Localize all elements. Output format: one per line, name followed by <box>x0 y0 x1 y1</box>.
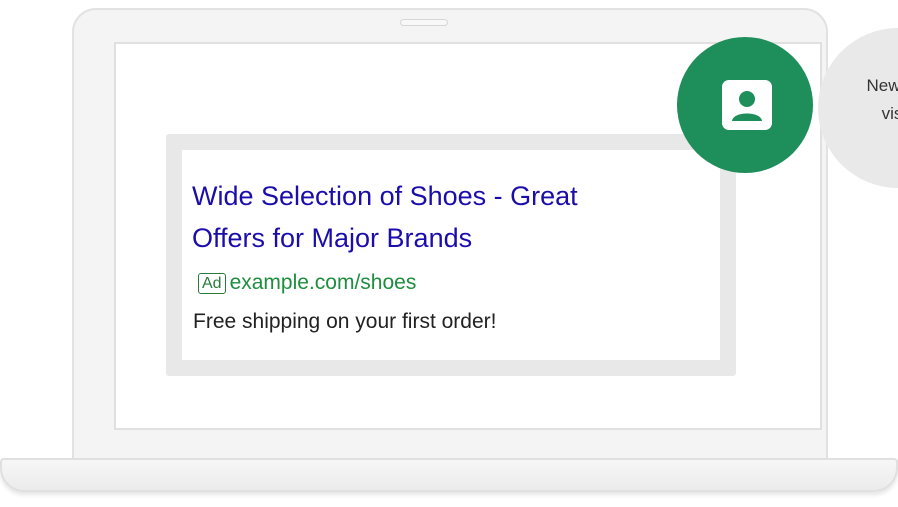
ad-description: Free shipping on your first order! <box>193 310 497 333</box>
ad-headline-link[interactable]: Wide Selection of Shoes - Great Offers fo… <box>192 175 672 259</box>
callout-text: New w vis <box>822 72 898 128</box>
laptop-base <box>0 458 898 492</box>
callout-text-line-1: New w <box>866 76 898 95</box>
account-box-icon <box>722 80 772 130</box>
ad-display-url[interactable]: example.com/shoes <box>230 270 417 296</box>
ad-badge: Ad <box>198 272 226 294</box>
illustration-stage: Wide Selection of Shoes - Great Offers fo… <box>0 0 898 507</box>
ad-url-row: Ad example.com/shoes <box>198 270 416 296</box>
ad-headline-line-2: Offers for Major Brands <box>192 223 473 253</box>
callout-text-line-2: vis <box>881 104 898 123</box>
laptop-camera-notch <box>400 19 448 26</box>
ad-headline-line-1: Wide Selection of Shoes - Great <box>192 181 578 211</box>
